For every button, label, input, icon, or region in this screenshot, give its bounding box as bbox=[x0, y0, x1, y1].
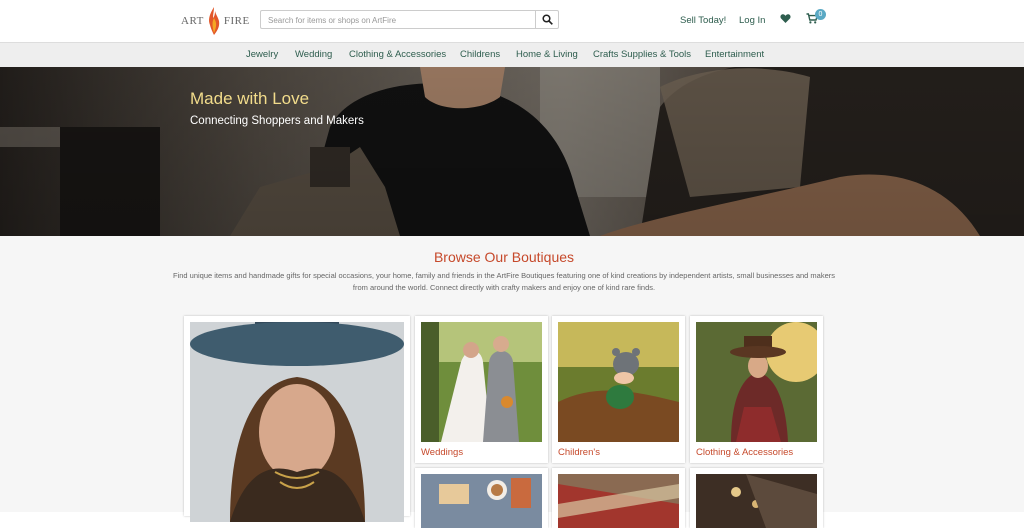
boutique-label-weddings[interactable]: Weddings bbox=[421, 447, 463, 458]
featured-boutique-card[interactable] bbox=[184, 316, 410, 522]
sell-today-link[interactable]: Sell Today! bbox=[680, 15, 726, 26]
boutique-card-crafts[interactable] bbox=[552, 468, 685, 528]
childrens-image bbox=[558, 322, 679, 442]
nav-item-clothing-accessories[interactable]: Clothing & Accessories bbox=[349, 49, 446, 60]
boutiques-section: Browse Our Boutiques Find unique items a… bbox=[0, 236, 1024, 528]
nav-item-home-living[interactable]: Home & Living bbox=[516, 49, 578, 60]
nav-item-childrens[interactable]: Childrens bbox=[460, 49, 500, 60]
hero-image bbox=[0, 67, 1024, 236]
cart-count-badge: 0 bbox=[815, 9, 826, 20]
logo-text-right: FIRE bbox=[223, 15, 250, 27]
nav-item-wedding[interactable]: Wedding bbox=[295, 49, 332, 60]
logo-text-left: ART bbox=[181, 15, 204, 27]
boutique-card-entertainment[interactable] bbox=[690, 468, 823, 528]
search-button[interactable] bbox=[535, 10, 559, 29]
crafts-image bbox=[558, 474, 679, 528]
boutique-card-weddings[interactable]: Weddings bbox=[415, 316, 548, 463]
boutique-label-clothing-accessories[interactable]: Clothing & Accessories bbox=[696, 447, 793, 458]
clothing-accessories-image bbox=[696, 322, 817, 442]
nav-item-crafts-supplies-tools[interactable]: Crafts Supplies & Tools bbox=[593, 49, 691, 60]
flame-icon bbox=[208, 7, 220, 35]
entertainment-image bbox=[696, 474, 817, 528]
search-input[interactable]: Search for items or shops on ArtFire bbox=[260, 10, 535, 29]
log-in-link[interactable]: Log In bbox=[739, 15, 765, 26]
search-icon bbox=[541, 14, 553, 25]
featured-boutique-image bbox=[190, 322, 404, 522]
weddings-image bbox=[421, 322, 542, 442]
category-nav: Jewelry Wedding Clothing & Accessories C… bbox=[0, 43, 1024, 68]
hero-banner: Made with Love Connecting Shoppers and M… bbox=[0, 67, 1024, 236]
nav-item-jewelry[interactable]: Jewelry bbox=[246, 49, 278, 60]
section-title: Browse Our Boutiques bbox=[433, 249, 575, 265]
section-description: Find unique items and handmade gifts for… bbox=[172, 271, 836, 292]
heart-icon[interactable] bbox=[780, 13, 791, 24]
nav-item-entertainment[interactable]: Entertainment bbox=[705, 49, 764, 60]
boutique-label-childrens[interactable]: Children's bbox=[558, 447, 600, 458]
boutique-card-home-living[interactable] bbox=[415, 468, 548, 528]
home-living-image bbox=[421, 474, 542, 528]
hero-subtitle: Connecting Shoppers and Makers bbox=[190, 115, 364, 127]
site-header: ART FIRE Search for items or shops on Ar… bbox=[0, 0, 1024, 43]
boutique-card-clothing-accessories[interactable]: Clothing & Accessories bbox=[690, 316, 823, 463]
artfire-logo[interactable]: ART FIRE bbox=[181, 6, 250, 36]
boutique-card-childrens[interactable]: Children's bbox=[552, 316, 685, 463]
hero-title: Made with Love bbox=[190, 89, 310, 108]
